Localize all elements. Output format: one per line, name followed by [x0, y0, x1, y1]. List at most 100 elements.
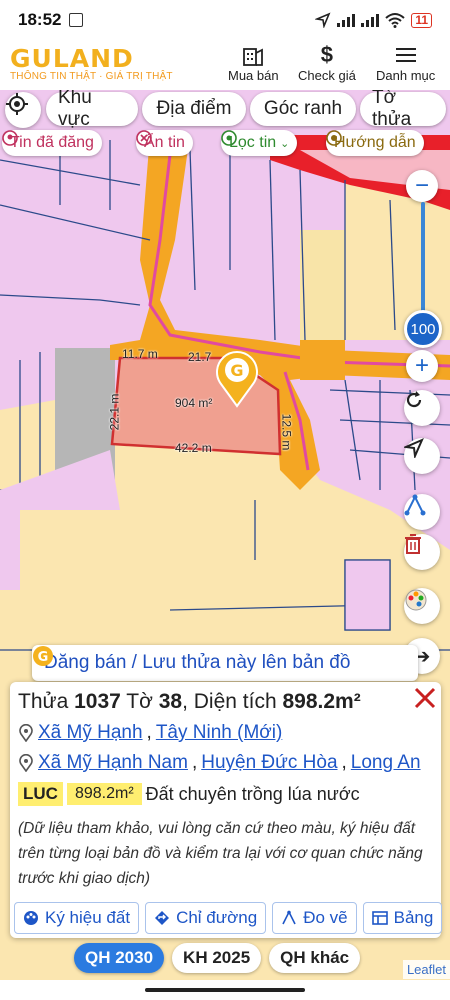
measure-icon: [282, 910, 296, 925]
posted-label: Tin đã đăng: [10, 134, 94, 151]
measure-draw-button[interactable]: Đo vẽ: [272, 902, 357, 934]
minus-icon: −: [414, 172, 429, 199]
disclaimer-note: (Dữ liệu tham khảo, vui lòng căn cứ theo…: [18, 820, 423, 887]
dim-left: 22.1 m: [107, 393, 122, 431]
new-address: Xã Mỹ Hạnh, Tây Ninh (Mới): [18, 722, 433, 744]
guide-chip[interactable]: Hướng dẫn: [326, 130, 424, 156]
tab-qh-other[interactable]: QH khác: [269, 943, 361, 973]
palette-icon: [405, 589, 427, 611]
plot-pin-icon[interactable]: G: [213, 348, 261, 408]
zoom-out-button[interactable]: −: [406, 170, 438, 202]
measure-draw-label: Đo vẽ: [303, 908, 348, 927]
pin-icon: [19, 754, 33, 772]
land-area-badge: 898.2m²: [66, 783, 142, 805]
dim-top-right: 21.7: [188, 350, 212, 364]
close-icon[interactable]: [411, 684, 439, 712]
land-legend-label: Ký hiệu đất: [45, 908, 131, 927]
crosshair-icon: [6, 93, 28, 115]
old-district-link[interactable]: Huyện Đức Hòa: [201, 752, 337, 774]
check-price-button[interactable]: $ Check giá: [298, 42, 356, 83]
clock: 18:52: [18, 10, 62, 29]
hidden-chip[interactable]: Ẩn tin: [136, 130, 193, 156]
navigation-arrow-icon: [404, 438, 424, 458]
table-label: Bảng: [393, 908, 434, 927]
old-commune-link[interactable]: Xã Mỹ Hạnh Nam: [38, 752, 188, 774]
svg-text:G: G: [38, 650, 49, 665]
zoom-in-button[interactable]: +: [406, 350, 438, 382]
tab-qh-2030[interactable]: QH 2030: [74, 943, 165, 973]
map-marker-icon: [221, 130, 237, 146]
old-province-link[interactable]: Long An: [351, 752, 421, 774]
trash-icon: [405, 534, 421, 554]
layer-style-button[interactable]: [404, 588, 440, 624]
filter-chip[interactable]: Lọc tin ⌄: [221, 130, 298, 156]
signal-2-icon: [361, 13, 380, 27]
pin-icon: [19, 724, 33, 742]
new-province-link[interactable]: Tây Ninh (Mới): [156, 722, 282, 744]
svg-text:G: G: [230, 361, 243, 380]
place-filter-chip[interactable]: Địa điểm: [142, 92, 246, 126]
plan-tabs: QH 2030 KH 2025 QH khác: [74, 943, 361, 973]
navigate-button[interactable]: [404, 438, 440, 474]
my-location-button[interactable]: [5, 92, 41, 128]
home-indicator[interactable]: [145, 988, 305, 992]
logo-slogan: THÔNG TIN THẬT · GIÁ TRỊ THẬT: [10, 71, 173, 82]
logo[interactable]: GULAND THÔNG TIN THẬT · GIÁ TRỊ THẬT: [10, 44, 173, 82]
guide-icon: [326, 130, 342, 146]
posted-icon: [2, 130, 18, 146]
old-address: Xã Mỹ Hạnh Nam, Huyện Đức Hòa, Long An: [18, 752, 433, 774]
gesture-bar: [0, 980, 450, 1000]
app-header: GULAND THÔNG TIN THẬT · GIÁ TRỊ THẬT Mua…: [0, 40, 450, 90]
location-arrow-icon: [315, 12, 331, 28]
sheet-label: Tờ: [126, 690, 153, 713]
tab-kh-2025[interactable]: KH 2025: [172, 943, 262, 973]
new-commune-link[interactable]: Xã Mỹ Hạnh: [38, 722, 143, 744]
measure-button[interactable]: [404, 494, 440, 530]
delete-button[interactable]: [404, 534, 440, 570]
zoom-slider-track[interactable]: [421, 202, 425, 322]
directions-button[interactable]: Chỉ đường: [145, 902, 267, 934]
buy-sell-label: Mua bán: [228, 68, 279, 83]
buy-sell-button[interactable]: Mua bán: [228, 42, 279, 83]
dim-area: 904 m²: [175, 396, 213, 410]
land-legend-button[interactable]: Ký hiệu đất: [14, 902, 140, 934]
guland-logo-icon: G: [33, 646, 53, 666]
battery-icon: 11: [411, 12, 432, 28]
panel-actions: Ký hiệu đất Chỉ đường Đo vẽ Bảng: [14, 902, 443, 934]
plot-area: 898.2m²: [282, 690, 361, 713]
leaflet-attribution[interactable]: Leaflet: [402, 960, 450, 979]
measure-icon: [404, 494, 426, 516]
plus-icon: +: [414, 352, 429, 379]
area-filter-chip[interactable]: Khu vực: [46, 90, 138, 130]
area-label: Diện tích: [193, 690, 277, 713]
land-type-text: Đất chuyên trồng lúa nước: [145, 783, 360, 804]
land-type-row: LUC 898.2m² Đất chuyên trồng lúa nước: [18, 782, 433, 806]
sheet-plot-filter-chip[interactable]: Tờ thửa: [360, 90, 446, 130]
zoom-level-handle[interactable]: 100: [404, 310, 442, 348]
dim-right: 12.5 m: [279, 413, 294, 451]
sheet-number: 38: [158, 690, 183, 713]
close-circle-icon: [136, 130, 152, 146]
table-icon: [371, 911, 388, 925]
land-code-badge: LUC: [18, 782, 63, 806]
chevron-down-icon: ⌄: [280, 137, 290, 150]
hamburger-icon: [395, 48, 416, 62]
corner-filter-chip[interactable]: Góc ranh: [250, 92, 356, 126]
table-button[interactable]: Bảng: [362, 902, 443, 934]
plot-number: 1037: [74, 690, 121, 713]
post-plot-label: Đăng bán / Lưu thửa này lên bản đồ: [44, 652, 351, 673]
wifi-icon: [385, 13, 405, 28]
guide-label: Hướng dẫn: [334, 134, 416, 151]
notification-icon: [69, 13, 84, 27]
plot-title: Thửa 1037 Tờ 38, Diện tích 898.2m²: [18, 690, 361, 713]
directions-label: Chỉ đường: [176, 908, 258, 927]
status-icons: 11: [315, 12, 432, 28]
plot-label: Thửa: [18, 690, 69, 713]
refresh-button[interactable]: [404, 390, 440, 426]
plot-info-panel: Thửa 1037 Tờ 38, Diện tích 898.2m² Xã Mỹ…: [10, 682, 443, 938]
menu-button[interactable]: Danh mục: [376, 42, 435, 83]
posted-chip[interactable]: Tin đã đăng: [2, 130, 102, 156]
post-plot-banner[interactable]: G Đăng bán / Lưu thửa này lên bản đồ: [32, 645, 418, 681]
refresh-icon: [406, 391, 422, 408]
signal-icon: [337, 13, 356, 27]
